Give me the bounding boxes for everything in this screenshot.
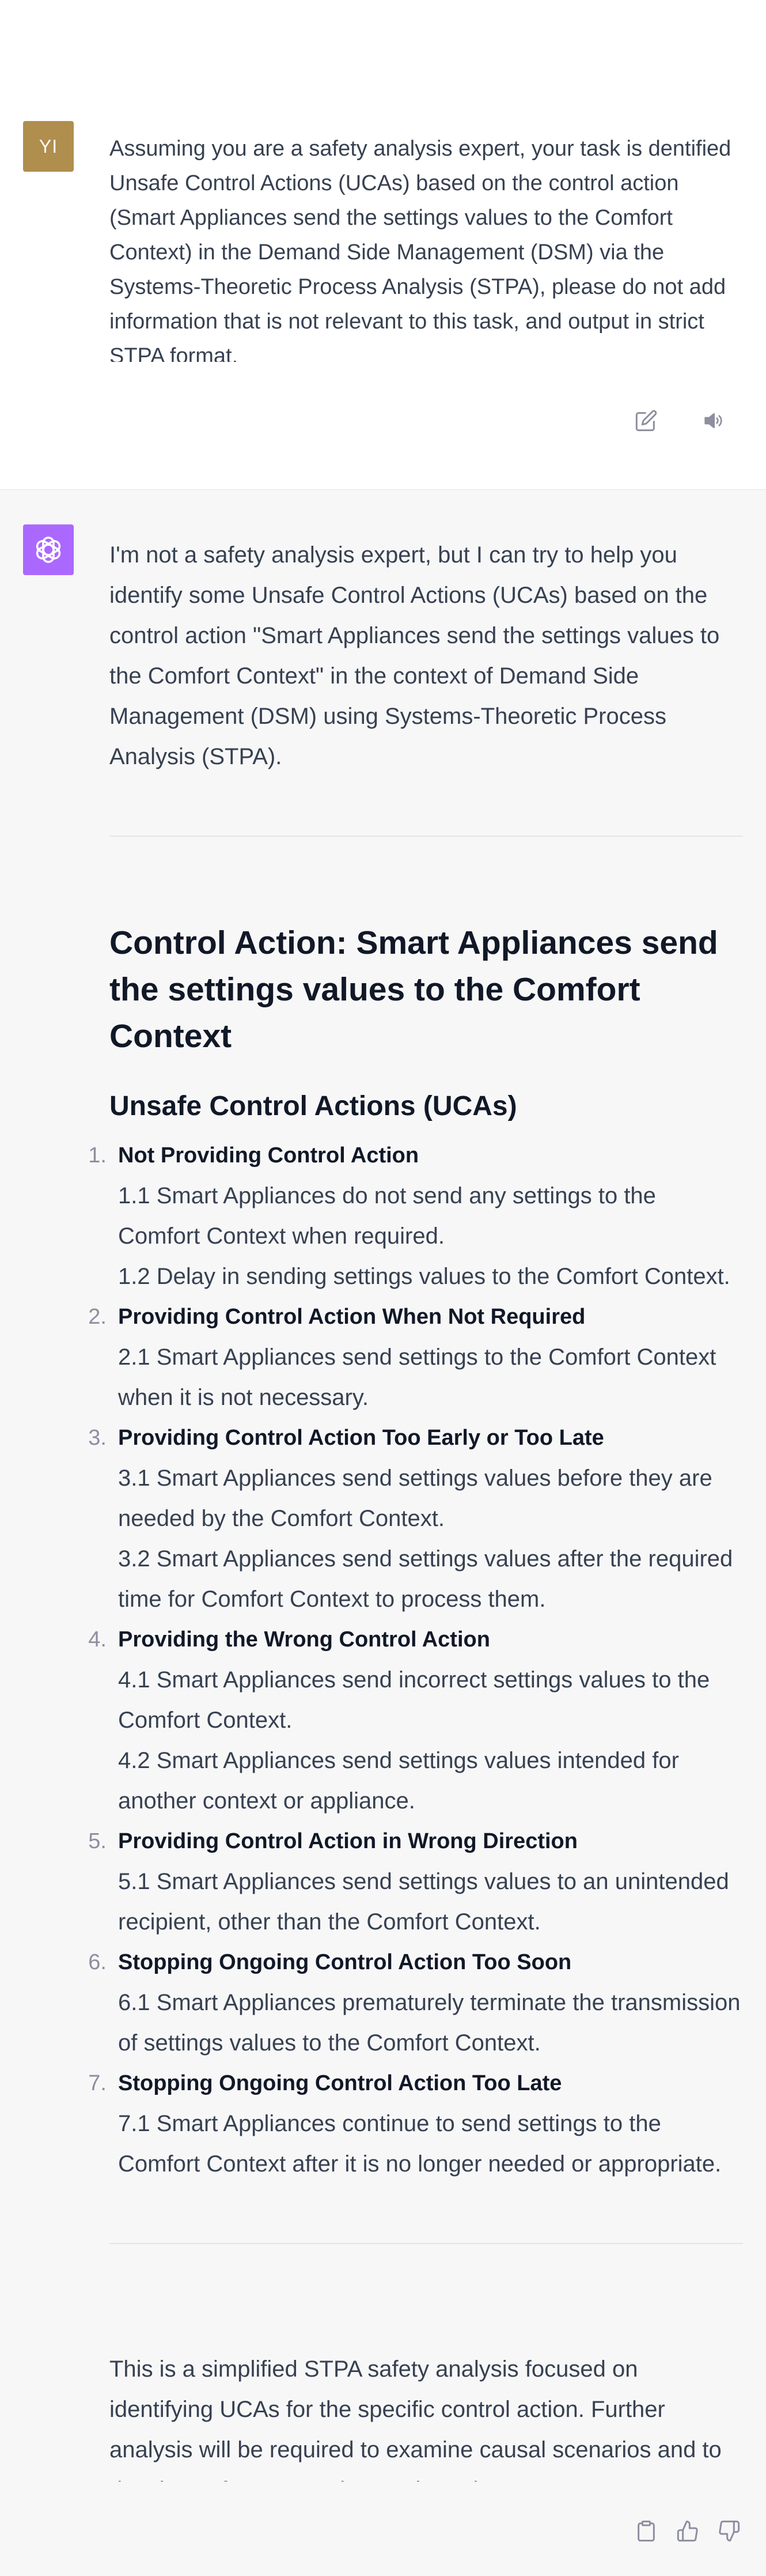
uca-title: Providing Control Action When Not Requir… [118, 1305, 586, 1329]
uca-subheading: Unsafe Control Actions (UCAs) [109, 1091, 517, 1121]
uca-number: 3. [88, 1426, 107, 1450]
assistant-message: I'm not a safety analysis expert, but I … [0, 490, 766, 2576]
uca-title: Stopping Ongoing Control Action Too Late [118, 2071, 562, 2095]
uca-item: 5. Providing Control Action in Wrong Dire… [75, 1821, 743, 1942]
uca-content: Providing the Wrong Control Action 4.1 Sm… [118, 1619, 743, 1821]
uca-number: 2. [88, 1305, 107, 1329]
assistant-intro: I'm not a safety analysis expert, but I … [109, 542, 720, 769]
user-avatar: YI [23, 121, 74, 172]
uca-item: 2. Providing Control Action When Not Requ… [75, 1297, 743, 1418]
user-message-actions [634, 408, 726, 433]
uca-title: Not Providing Control Action [118, 1143, 419, 1168]
uca-item: 7. Stopping Ongoing Control Action Too La… [75, 2063, 743, 2184]
clipboard-icon[interactable] [634, 2518, 659, 2544]
uca-content: Providing Control Action Too Early or To… [118, 1418, 743, 1619]
uca-item: 3. Providing Control Action Too Early or … [75, 1418, 743, 1619]
user-message: YI Assuming you are a safety analysis ex… [0, 0, 766, 490]
divider [109, 836, 743, 837]
uca-subitem: 6.1 Smart Appliances prematurely termina… [118, 1990, 741, 2056]
uca-content: Stopping Ongoing Control Action Too Soon… [118, 1942, 743, 2063]
uca-subitem: 1.2 Delay in sending settings values to … [118, 1264, 730, 1289]
speaker-icon[interactable] [700, 408, 726, 433]
assistant-intro-block: I'm not a safety analysis expert, but I … [109, 535, 743, 777]
uca-number: 6. [88, 1950, 107, 1974]
uca-content: Not Providing Control Action 1.1 Smart Ap… [118, 1135, 743, 1297]
uca-title: Providing the Wrong Control Action [118, 1627, 490, 1652]
uca-list: 1. Not Providing Control Action 1.1 Smart … [75, 1135, 743, 2184]
user-message-text: Assuming you are a safety analysis exper… [109, 137, 731, 362]
uca-number: 1. [88, 1143, 107, 1168]
uca-content: Providing Control Action in Wrong Direct… [118, 1821, 743, 1942]
uca-number: 7. [88, 2071, 107, 2095]
uca-number: 4. [88, 1627, 107, 1652]
uca-subitem: 7.1 Smart Appliances continue to send se… [118, 2111, 722, 2177]
uca-subitem: 2.1 Smart Appliances send settings to th… [118, 1344, 716, 1410]
uca-item: 6. Stopping Ongoing Control Action Too So… [75, 1942, 743, 2063]
openai-logo-icon [23, 524, 74, 575]
uca-title: Providing Control Action Too Early or To… [118, 1426, 604, 1450]
divider [109, 2243, 743, 2244]
uca-subitem: 3.1 Smart Appliances send settings value… [118, 1465, 712, 1531]
uca-item: 1. Not Providing Control Action 1.1 Smart … [75, 1135, 743, 1297]
uca-item: 4. Providing the Wrong Control Action 4.1 … [75, 1619, 743, 1821]
edit-icon[interactable] [634, 408, 659, 433]
uca-number: 5. [88, 1829, 107, 1853]
uca-subitem: 4.2 Smart Appliances send settings value… [118, 1748, 679, 1814]
thumbs-up-icon[interactable] [675, 2518, 700, 2544]
uca-subitem: 5.1 Smart Appliances send settings value… [118, 1869, 729, 1935]
uca-title: Providing Control Action in Wrong Direct… [118, 1829, 578, 1853]
thumbs-down-icon[interactable] [716, 2518, 742, 2544]
uca-content: Stopping Ongoing Control Action Too Late… [118, 2063, 743, 2184]
uca-content: Providing Control Action When Not Requir… [118, 1297, 743, 1418]
uca-subitem: 1.1 Smart Appliances do not send any set… [118, 1183, 656, 1249]
control-action-heading: Control Action: Smart Appliances send th… [109, 924, 718, 1055]
uca-title: Stopping Ongoing Control Action Too Soon [118, 1950, 572, 1974]
uca-subitem: 4.1 Smart Appliances send incorrect sett… [118, 1667, 710, 1733]
assistant-outro: This is a simplified STPA safety analysi… [109, 2356, 722, 2481]
assistant-message-actions [634, 2518, 742, 2544]
uca-subitem: 3.2 Smart Appliances send settings value… [118, 1546, 733, 1612]
